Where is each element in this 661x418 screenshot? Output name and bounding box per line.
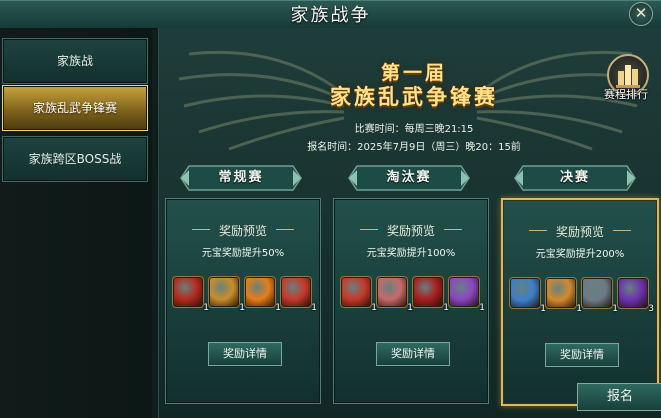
reward-items: 1 1 1 1 bbox=[172, 276, 317, 313]
gold-treasure-icon[interactable]: 1 bbox=[208, 276, 245, 313]
bonus-text: 元宝奖励提升50% bbox=[201, 248, 285, 259]
sidebar-item-cross-server-boss[interactable]: 家族跨区BOSS战 bbox=[2, 136, 148, 182]
reward-details-button[interactable]: 奖励详情 bbox=[376, 342, 450, 366]
event-title: 家族乱武争锋赛 bbox=[330, 84, 498, 109]
close-button[interactable]: ✕ bbox=[629, 2, 653, 26]
reward-preview-title: 奖励预览 bbox=[386, 224, 435, 238]
ranking-button[interactable]: 赛程排行 bbox=[600, 54, 652, 106]
reward-details-button[interactable]: 奖励详情 bbox=[208, 342, 282, 366]
reward-card-final: 奖励预览 元宝奖励提升200% 1 1 1 3 奖励详情 bbox=[501, 198, 659, 406]
purple-gem-icon[interactable]: 3 bbox=[617, 277, 654, 314]
item-count: 1 bbox=[479, 303, 485, 313]
item-count: 1 bbox=[311, 303, 317, 313]
item-count: 3 bbox=[648, 304, 654, 314]
red-scroll-icon[interactable]: 1 bbox=[412, 276, 449, 313]
fire-token-icon[interactable]: 1 bbox=[545, 277, 582, 314]
tab-label: 决赛 bbox=[559, 170, 590, 185]
main-panel: 第一届 家族乱武争锋赛 比赛时间：每周三晚21:15 报名时间：2025年7月9… bbox=[158, 28, 661, 418]
treasure-chest-icon[interactable]: 1 bbox=[280, 276, 317, 313]
treasure-chest-icon[interactable]: 1 bbox=[340, 276, 377, 313]
bonus-text: 元宝奖励提升200% bbox=[535, 249, 625, 260]
bonus-text: 元宝奖励提升100% bbox=[366, 248, 456, 259]
reward-details-button[interactable]: 奖励详情 bbox=[545, 343, 619, 367]
sidebar-item-family-war[interactable]: 家族战 bbox=[2, 38, 148, 84]
sidebar: 家族战 家族乱武争锋赛 家族跨区BOSS战 bbox=[0, 28, 152, 418]
sidebar-item-label: 家族乱武争锋赛 bbox=[32, 101, 117, 115]
blue-wand-icon[interactable]: 1 bbox=[509, 277, 546, 314]
reward-items: 1 1 1 1 bbox=[340, 276, 485, 313]
signup-time: 报名时间：2025年7月9日（周三）晚20：15前 bbox=[307, 142, 521, 153]
match-time: 比赛时间：每周三晚21:15 bbox=[354, 124, 474, 135]
title-bar: 家族战争 ✕ bbox=[0, 0, 661, 29]
sidebar-item-label: 家族跨区BOSS战 bbox=[28, 152, 122, 166]
close-icon: ✕ bbox=[634, 4, 648, 22]
reward-card-knockout: 奖励预览 元宝奖励提升100% 1 1 1 1 奖励详情 bbox=[333, 198, 489, 404]
reward-preview-title: 奖励预览 bbox=[218, 224, 267, 238]
signup-button[interactable]: 报名 bbox=[577, 383, 661, 411]
reward-card-regular: 奖励预览 元宝奖励提升50% 1 1 1 1 奖励详情 bbox=[165, 198, 321, 404]
pink-orb-icon[interactable]: 1 bbox=[376, 276, 413, 313]
sidebar-item-label: 家族战 bbox=[56, 54, 93, 68]
tab-label: 常规赛 bbox=[218, 170, 264, 185]
red-token-icon[interactable]: 1 bbox=[172, 276, 209, 313]
reward-items: 1 1 1 3 bbox=[509, 277, 654, 314]
reward-preview-title: 奖励预览 bbox=[555, 225, 604, 239]
tab-final[interactable]: 决赛 bbox=[513, 164, 637, 192]
tab-regular-season[interactable]: 常规赛 bbox=[179, 164, 303, 192]
ranking-label: 赛程排行 bbox=[604, 88, 648, 101]
window-title: 家族战争 bbox=[290, 5, 371, 26]
purple-crystal-icon[interactable]: 1 bbox=[448, 276, 485, 313]
tab-knockout[interactable]: 淘汰赛 bbox=[347, 164, 471, 192]
silver-claw-icon[interactable]: 1 bbox=[581, 277, 618, 314]
sidebar-item-family-tournament[interactable]: 家族乱武争锋赛 bbox=[2, 85, 148, 131]
tab-label: 淘汰赛 bbox=[386, 170, 432, 185]
flame-orb-icon[interactable]: 1 bbox=[244, 276, 281, 313]
